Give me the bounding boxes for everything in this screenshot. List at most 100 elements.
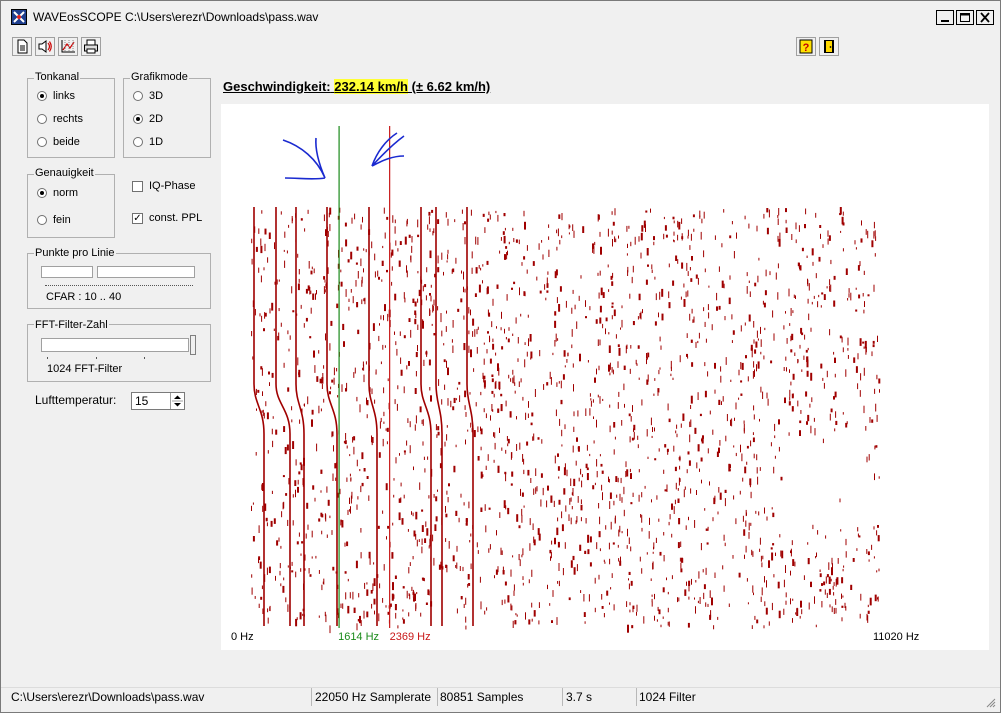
- spectrogram-dot: [557, 338, 559, 341]
- spectrogram-dot: [651, 269, 653, 273]
- spectrogram-dot: [697, 444, 700, 452]
- spectrogram-dot: [386, 216, 389, 220]
- spectrogram-dot: [817, 301, 819, 308]
- punkte-max-slider[interactable]: [97, 266, 195, 278]
- radio-2d[interactable]: [133, 114, 143, 124]
- spectrogram-dot: [311, 266, 313, 270]
- spectrogram-dot: [792, 310, 794, 314]
- new-document-icon[interactable]: [12, 37, 32, 56]
- spectrogram-dot: [594, 607, 596, 613]
- spectrogram-dot: [704, 268, 706, 273]
- spectrogram-dot: [323, 214, 325, 222]
- resize-grip-icon[interactable]: [984, 696, 996, 708]
- spectrogram-dot: [683, 299, 686, 307]
- title-bar[interactable]: WAVEosSCOPE C:\Users\erezr\Downloads\pas…: [1, 1, 1000, 31]
- spectrogram-dot: [650, 208, 651, 213]
- spectrogram-dot: [513, 584, 515, 591]
- spectrogram-dot: [864, 301, 865, 307]
- radio-norm[interactable]: [37, 188, 47, 198]
- help-icon[interactable]: ?: [796, 37, 816, 56]
- spectrogram-dot: [744, 466, 747, 474]
- spectrogram-dot: [598, 292, 600, 299]
- spectrogram-dot: [651, 499, 652, 503]
- spectrogram-dot: [567, 352, 569, 357]
- spectrogram-dot: [716, 292, 718, 301]
- radio-beide[interactable]: [37, 137, 47, 147]
- spectrogram-dot: [799, 430, 801, 436]
- spectrogram-dot: [663, 216, 665, 220]
- spectrogram-dot: [296, 541, 299, 545]
- spectrogram-dot: [842, 211, 844, 216]
- spectrogram-dot: [378, 452, 381, 458]
- spectrogram-dot: [533, 610, 536, 617]
- spectrogram-dot: [518, 554, 520, 561]
- minimize-button[interactable]: [936, 10, 954, 25]
- spectrogram-dot: [671, 503, 673, 510]
- spectrogram-dot: [677, 498, 680, 503]
- spin-buttons[interactable]: [170, 393, 184, 409]
- radio-fein[interactable]: [37, 215, 47, 225]
- lufttemp-value[interactable]: 15: [135, 394, 148, 408]
- iq-phase-checkbox[interactable]: [132, 181, 143, 192]
- radio-rechts[interactable]: [37, 114, 47, 124]
- spectrogram-dot: [703, 211, 705, 219]
- lufttemp-spinner[interactable]: 15: [131, 392, 185, 410]
- radio-3d[interactable]: [133, 91, 143, 101]
- spectrogram-dot: [284, 260, 286, 268]
- spectrogram-dot: [833, 300, 836, 307]
- spectrogram-dot: [321, 384, 323, 389]
- punkte-min-slider[interactable]: [41, 266, 93, 278]
- spectrogram-dot: [863, 309, 865, 314]
- radio-1d[interactable]: [133, 137, 143, 147]
- spectrogram-dot: [752, 551, 754, 557]
- spectrogram-dot: [308, 261, 310, 269]
- spectrogram-dot: [820, 363, 823, 369]
- spectrogram-dot: [614, 208, 616, 216]
- spectrogram-dot: [549, 603, 551, 606]
- fft-slider-thumb[interactable]: [190, 335, 196, 355]
- spectrogram-dot: [462, 566, 464, 572]
- fft-tick-1: [47, 357, 48, 359]
- print-icon[interactable]: [81, 37, 101, 56]
- spectrogram-dot: [556, 297, 558, 304]
- spectrogram-dot: [761, 587, 763, 596]
- spectrogram-dot: [847, 298, 849, 301]
- spectrogram-dot: [353, 607, 356, 613]
- spectrogram-dot: [820, 305, 822, 308]
- spectrogram-dot: [309, 286, 311, 295]
- spectrogram-dot: [807, 558, 810, 565]
- spectrogram-dot: [477, 237, 479, 245]
- spectrogram-dot: [686, 333, 688, 338]
- spectrogram-dot: [285, 493, 288, 496]
- spectrogram-dot: [300, 464, 303, 471]
- spectrogram-dot: [561, 235, 563, 239]
- spectrogram-dot: [807, 298, 809, 304]
- spectrogram-dot: [581, 474, 583, 478]
- spectrogram-dot: [313, 268, 315, 274]
- const-ppl-checkbox[interactable]: ✓: [132, 213, 143, 224]
- spectrogram-dot: [681, 262, 684, 269]
- speaker-icon[interactable]: [35, 37, 55, 56]
- spectrogram-dot: [383, 411, 385, 417]
- spectrogram-dot: [658, 609, 661, 615]
- spectrogram-dot: [794, 561, 796, 567]
- fft-slider-track[interactable]: [41, 338, 189, 352]
- radio-links[interactable]: [37, 91, 47, 101]
- spectrogram-dot: [791, 540, 793, 546]
- spectrogram-dot: [352, 296, 354, 304]
- exit-door-icon[interactable]: [819, 37, 839, 56]
- spectrogram-dot: [557, 228, 559, 237]
- close-button[interactable]: [976, 10, 994, 25]
- spectrogram-dot: [314, 365, 316, 373]
- spectrogram-dot: [504, 471, 507, 475]
- chart-settings-icon[interactable]: [58, 37, 78, 56]
- spectrogram-dot: [341, 384, 343, 392]
- spectrogram-dot: [459, 566, 461, 571]
- spectrogram-dot: [391, 249, 394, 256]
- spectrogram-dot: [599, 454, 601, 457]
- spectrogram-dot: [780, 476, 783, 481]
- spectrogram-plot[interactable]: 0 Hz 1614 Hz 2369 Hz 11020 Hz: [221, 104, 989, 650]
- spectrogram-svg[interactable]: 0 Hz 1614 Hz 2369 Hz 11020 Hz: [221, 104, 989, 650]
- maximize-button[interactable]: [956, 10, 974, 25]
- spectrogram-dot: [724, 489, 727, 493]
